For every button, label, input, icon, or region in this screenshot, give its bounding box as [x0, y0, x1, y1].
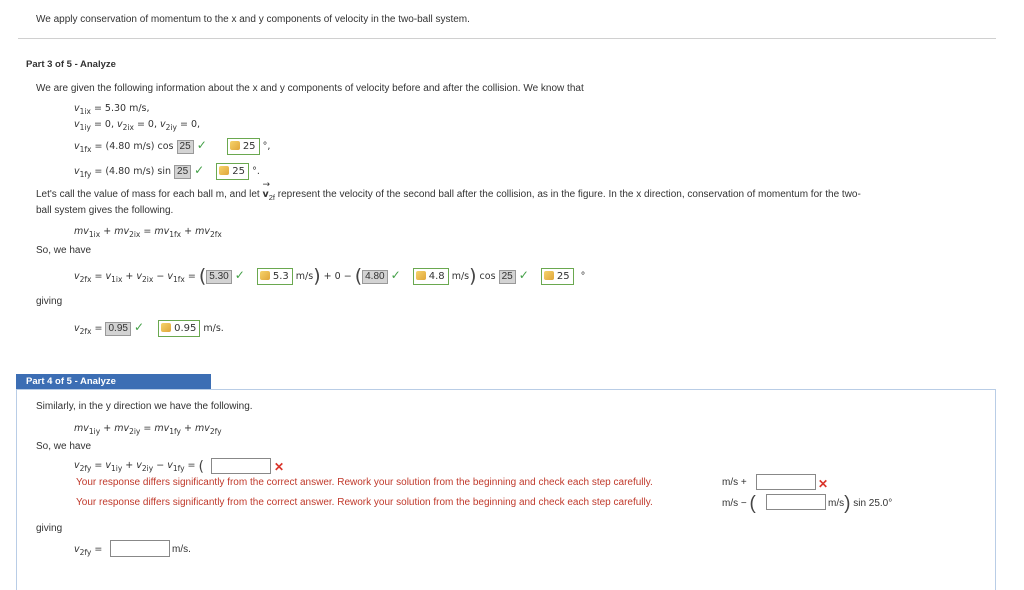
answer-key-box[interactable]: 25	[540, 268, 574, 285]
v2fy-unit: m/s.	[172, 544, 191, 555]
so-we-have-label: So, we have	[36, 441, 92, 452]
check-icon: ✓	[234, 268, 245, 282]
v1f-input[interactable]	[766, 494, 826, 510]
answer-box: 25	[498, 270, 516, 284]
similarly-text: Similarly, in the y direction we have th…	[36, 401, 253, 412]
given-text: We are given the following information a…	[36, 83, 584, 94]
answer-box: 25	[176, 140, 194, 154]
v1iy-line: v1iy = 0, v2ix = 0, v2iy = 0,	[74, 119, 201, 132]
key-icon	[229, 141, 240, 150]
part4-panel	[16, 389, 996, 590]
x-mark-icon: ✕	[818, 477, 829, 491]
sin-tail: m/s) sin 25.0°	[828, 493, 893, 514]
momentum-y-equation: mv1iy + mv2iy = mv1fy + mv2fy	[74, 423, 222, 436]
part4-header: Part 4 of 5 - Analyze	[26, 376, 116, 387]
check-icon: ✓	[390, 268, 401, 282]
v2fy-input[interactable]	[110, 540, 170, 557]
v1iy-input[interactable]	[211, 458, 271, 474]
key-icon	[161, 323, 172, 332]
answer-key-box[interactable]: 0.95	[158, 320, 201, 337]
intro-text: We apply conservation of momentum to the…	[36, 14, 470, 25]
check-icon: ✓	[133, 320, 145, 334]
momentum-x-equation: mv1ix + mv2ix = mv1fx + mv2fx	[74, 226, 222, 239]
answer-key-box[interactable]: 25	[226, 138, 260, 155]
v1ix-line: v1ix = 5.30 m/s,	[74, 103, 150, 116]
ms-minus-label: m/s − (	[722, 493, 756, 514]
x-mark-icon: ✕	[274, 460, 285, 474]
check-icon: ✓	[196, 138, 207, 152]
check-icon: ✓	[518, 268, 529, 282]
so-we-have-label: So, we have	[36, 245, 92, 256]
v1fx-line: v1fx = (4.80 m/s) cos 25 ✓ 25 °,	[74, 138, 271, 155]
check-icon: ✓	[194, 163, 205, 177]
ms-plus-label: m/s +	[722, 477, 747, 488]
v2fy-label: v2fy =	[74, 544, 103, 557]
answer-box: 25	[174, 165, 192, 179]
v1fy-line: v1fy = (4.80 m/s) sin 25 ✓ 25 °.	[74, 163, 260, 180]
key-icon	[415, 271, 426, 280]
v2fy-equation: v2fy = v1iy + v2iy − v1fy = (	[74, 459, 204, 475]
error-message: Your response differs significantly from…	[76, 497, 653, 508]
answer-key-box[interactable]: 25	[216, 163, 250, 180]
answer-key-box[interactable]: 5.3	[256, 268, 293, 285]
key-icon	[543, 271, 554, 280]
error-message: Your response differs significantly from…	[76, 477, 653, 488]
answer-box: 4.80	[362, 270, 388, 284]
answer-box: 0.95	[105, 322, 131, 336]
part4-header-tab: Part 4 of 5 - Analyze	[16, 374, 211, 389]
answer-box: 5.30	[206, 270, 232, 284]
answer-key-box[interactable]: 4.8	[412, 268, 449, 285]
v2fx-equation: v2fx = v1ix + v2ix − v1fx = (5.30 ✓ 5.3 …	[74, 265, 586, 287]
giving-label: giving	[36, 523, 63, 534]
key-icon	[219, 166, 230, 175]
lets-call-text-line2: ball system gives the following.	[36, 205, 174, 216]
lets-call-text: Let's call the value of mass for each ba…	[36, 180, 861, 202]
part3-header: Part 3 of 5 - Analyze	[26, 59, 116, 70]
divider	[18, 38, 996, 39]
v2fx-result: v2fx = 0.95 ✓ 0.95 m/s.	[74, 320, 224, 337]
giving-label: giving	[36, 296, 63, 307]
key-icon	[259, 271, 270, 280]
v2iy-input[interactable]	[756, 474, 816, 490]
